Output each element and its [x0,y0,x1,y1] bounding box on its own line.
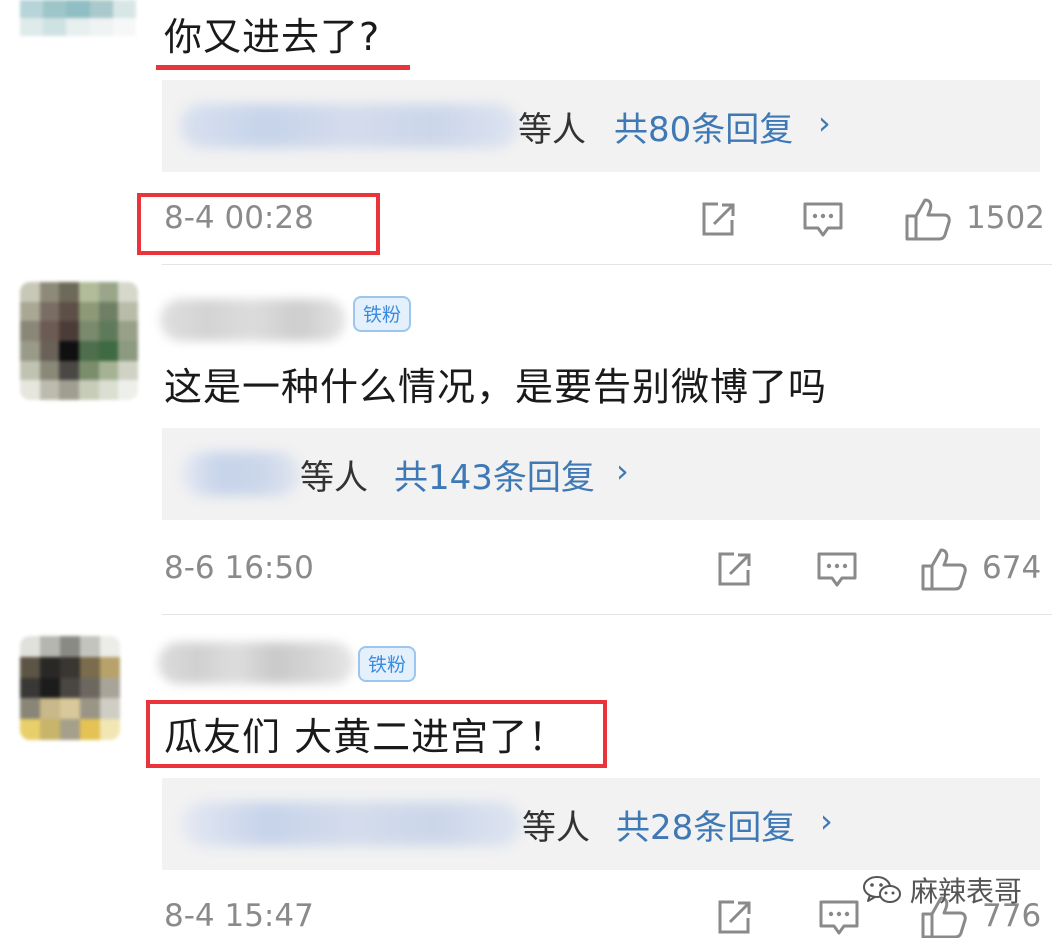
avatar[interactable] [20,282,138,400]
avatar[interactable] [20,0,136,36]
watermark-text: 麻辣表哥 [909,875,1022,908]
reply-suffix: 等人 [518,110,586,150]
reply-count-link[interactable]: 共28条回复 [616,800,795,849]
reply-user-names [182,452,300,496]
reply-preview[interactable]: 等人 共143条回复 › [162,428,1040,520]
fan-badge: 铁粉 [358,646,416,682]
chevron-right-icon: › [616,452,629,490]
watermark: 麻辣表哥 [862,870,1022,910]
comment-icon[interactable] [818,898,860,938]
divider [162,264,1052,265]
divider [162,614,1052,615]
comment-text: 你又进去了? [164,15,381,59]
username[interactable] [158,642,354,684]
highlight-box [137,193,380,255]
thumbs-up-icon[interactable] [920,546,968,592]
like-count: 674 [982,550,1042,586]
comment-icon[interactable] [816,550,858,590]
comment-icon[interactable] [802,200,844,240]
timestamp: 8-6 16:50 [164,550,314,586]
share-icon[interactable] [698,200,738,240]
share-icon[interactable] [714,550,754,590]
reply-count-link[interactable]: 共80条回复 [614,102,793,151]
username[interactable] [160,299,346,341]
thumbs-up-icon[interactable] [904,196,952,242]
wechat-icon [862,876,901,903]
reply-preview[interactable]: 等人 共28条回复 › [162,778,1040,870]
highlight-box [146,700,607,768]
reply-preview[interactable]: 等人 共80条回复 › [162,80,1040,172]
chevron-right-icon: › [820,802,833,840]
avatar[interactable] [20,636,120,740]
reply-count-link[interactable]: 共143条回复 [394,450,595,499]
reply-suffix: 等人 [522,808,590,848]
comment-text: 这是一种什么情况，是要告别微博了吗 [164,365,828,409]
like-count: 1502 [966,200,1045,236]
fan-badge: 铁粉 [353,296,411,332]
chevron-right-icon: › [818,104,831,142]
reply-user-names [180,104,518,148]
timestamp: 8-4 15:47 [164,898,314,934]
reply-user-names [182,802,522,846]
highlight-underline [156,65,410,70]
reply-suffix: 等人 [300,458,368,498]
share-icon[interactable] [714,898,754,938]
